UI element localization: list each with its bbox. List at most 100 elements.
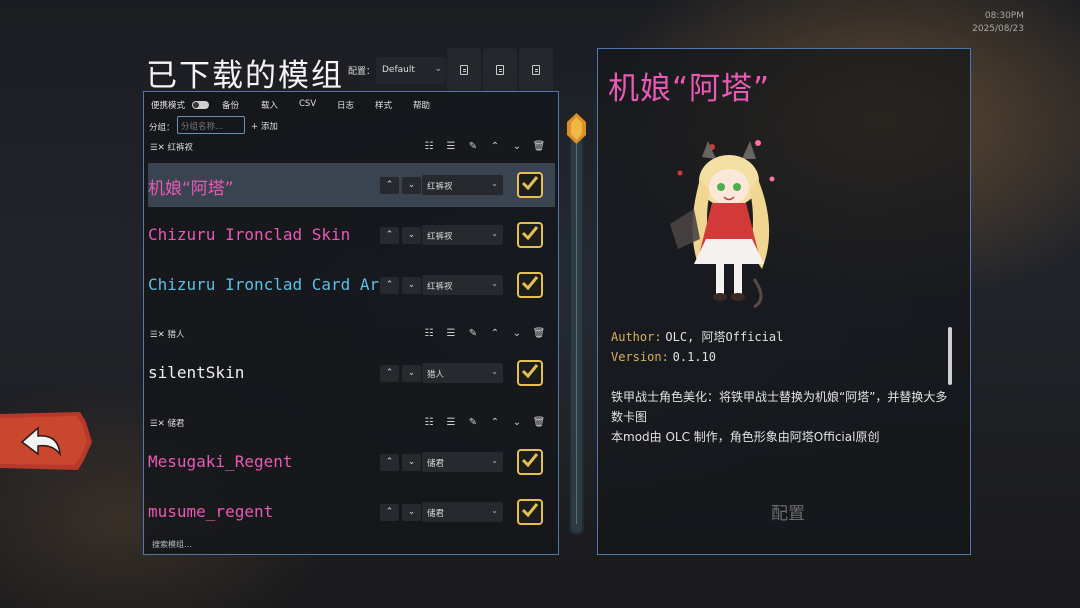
clock-date: 2025/08/23 [972,24,1024,34]
checkbox-icon[interactable] [517,360,543,386]
mod-description: 铁甲战士角色美化：将铁甲战士替换为机娘“阿塔”，并替换大多数卡图 本mod由 O… [611,387,956,447]
author-value: OLC, 阿塔Official [665,330,784,344]
sort-icon[interactable]: ☷ [418,139,440,155]
trash-icon[interactable]: 🗑 [528,139,550,155]
checkbox-icon[interactable] [517,449,543,475]
sort-icon[interactable]: ☷ [418,415,440,431]
checkbox-icon[interactable] [517,499,543,525]
mod-row[interactable]: 机娘“阿塔” ⌃ ⌄ 红裤衩 ⌄ [148,163,555,207]
load-button[interactable]: 载入 [261,99,278,111]
mod-name: Mesugaki_Regent [148,452,293,471]
csv-button[interactable]: CSV [299,99,316,109]
portable-mode-label: 便携模式 [151,101,186,111]
move-up-button[interactable]: ⌃ [380,454,399,471]
file-icon [532,65,540,75]
mod-row[interactable]: Chizuru Ironclad Card Art ⌃ ⌄ 红裤衩 ⌄ [148,263,555,307]
sort-icon[interactable]: ☷ [418,326,440,342]
mod-row[interactable]: Mesugaki_Regent ⌃ ⌄ 储君 ⌄ [148,440,555,484]
mod-group-select[interactable]: 储君 ⌄ [422,502,503,522]
search-input[interactable]: 搜索模组... [148,535,552,552]
mod-info: Author: OLC, 阿塔Official Version: 0.1.10 [611,327,951,367]
help-button[interactable]: 帮助 [413,99,430,111]
move-up-button[interactable]: ⌃ [380,177,399,194]
move-down-button[interactable]: ⌄ [402,227,421,244]
log-button[interactable]: 日志 [337,99,354,111]
config-button[interactable]: 配置 [748,499,828,524]
mod-list-panel: 便携模式 备份 载入 CSV 日志 样式 帮助 分组： + 添加 ☰✕ 红裤衩 … [143,91,559,555]
mod-row[interactable]: Chizuru Ironclad Skin ⌃ ⌄ 红裤衩 ⌄ [148,213,555,257]
back-button[interactable] [0,412,92,470]
detail-scrollbar[interactable] [948,327,952,385]
edit-icon[interactable]: ✎ [462,139,484,155]
edit-icon[interactable]: ✎ [462,326,484,342]
down-icon[interactable]: ⌄ [506,415,528,431]
edit-icon[interactable]: ✎ [462,415,484,431]
mod-group-select[interactable]: 红裤衩 ⌄ [422,225,503,245]
scrollbar-thumb[interactable] [567,113,586,144]
trash-icon[interactable]: 🗑 [528,415,550,431]
move-up-button[interactable]: ⌃ [380,277,399,294]
mod-group-select[interactable]: 红裤衩 ⌄ [422,175,503,195]
collapse-icon[interactable]: ☰ [440,326,462,342]
move-down-button[interactable]: ⌄ [402,365,421,382]
up-icon[interactable]: ⌃ [484,415,506,431]
up-icon[interactable]: ⌃ [484,326,506,342]
delete-config-button[interactable] [519,48,553,92]
down-icon[interactable]: ⌄ [506,326,528,342]
chevron-down-icon: ⌄ [491,229,498,238]
move-down-button[interactable]: ⌄ [402,504,421,521]
mod-name: Chizuru Ironclad Card Art [148,275,389,294]
mod-row[interactable]: musume_regent ⌃ ⌄ 储君 ⌄ [148,490,555,534]
group-name: ☰✕ 红裤衩 [150,143,193,153]
group-header: ☰✕ 红裤衩 ☷ ☰ ✎ ⌃ ⌄ 🗑 [150,139,554,155]
move-up-button[interactable]: ⌃ [380,504,399,521]
author-label: Author: [611,330,662,344]
page-title: 已下载的模组 [146,58,344,94]
mod-name: musume_regent [148,502,274,521]
mod-group-select[interactable]: 红裤衩 ⌄ [422,275,503,295]
move-down-button[interactable]: ⌄ [402,177,421,194]
mod-row[interactable]: silentSkin ⌃ ⌄ 猎人 ⌄ [148,351,555,395]
list-scrollbar-track[interactable] [569,130,584,535]
up-icon[interactable]: ⌃ [484,139,506,155]
checkbox-icon[interactable] [517,272,543,298]
edit-config-button[interactable] [483,48,517,92]
group-name-input[interactable] [177,116,245,134]
new-config-button[interactable] [447,48,481,92]
down-icon[interactable]: ⌄ [506,139,528,155]
mod-group-select[interactable]: 储君 ⌄ [422,452,503,472]
mod-name: silentSkin [148,363,245,382]
clock-time: 08:30PM [984,11,1024,21]
move-up-button[interactable]: ⌃ [380,365,399,382]
group-header: ☰✕ 猎人 ☷ ☰ ✎ ⌃ ⌄ 🗑 [150,326,554,342]
mod-group-select[interactable]: 猎人 ⌄ [422,363,503,383]
trash-icon[interactable]: 🗑 [528,326,550,342]
version-value: 0.1.10 [672,350,716,364]
group-name: ☰✕ 猎人 [150,330,185,340]
checkbox-icon[interactable] [517,222,543,248]
mod-name: 机娘“阿塔” [148,179,234,199]
add-group-button[interactable]: + 添加 [251,120,278,132]
chevron-down-icon: ⌄ [491,456,498,465]
collapse-icon[interactable]: ☰ [440,415,462,431]
style-button[interactable]: 样式 [375,99,392,111]
chevron-down-icon: ⌄ [434,64,442,74]
move-down-button[interactable]: ⌄ [402,277,421,294]
config-select[interactable]: Default ⌄ [376,57,446,84]
group-label: 分组： [149,123,175,133]
move-down-button[interactable]: ⌄ [402,454,421,471]
file-icon [496,65,504,75]
portable-mode-toggle[interactable]: 便携模式 [151,99,185,111]
checkbox-icon[interactable] [517,172,543,198]
chevron-down-icon: ⌄ [491,506,498,515]
mod-name: Chizuru Ironclad Skin [148,225,351,244]
config-value: Default [382,65,415,75]
mod-detail-panel: 机娘“阿塔” Author: OLC, 阿塔Official Version: … [597,48,971,555]
config-label: 配置： [348,67,376,77]
chevron-down-icon: ⌄ [491,367,498,376]
backup-button[interactable]: 备份 [222,99,239,111]
portable-mode-switch[interactable] [192,101,209,109]
description-line: 铁甲战士角色美化：将铁甲战士替换为机娘“阿塔”，并替换大多数卡图 [611,390,948,424]
move-up-button[interactable]: ⌃ [380,227,399,244]
collapse-icon[interactable]: ☰ [440,139,462,155]
